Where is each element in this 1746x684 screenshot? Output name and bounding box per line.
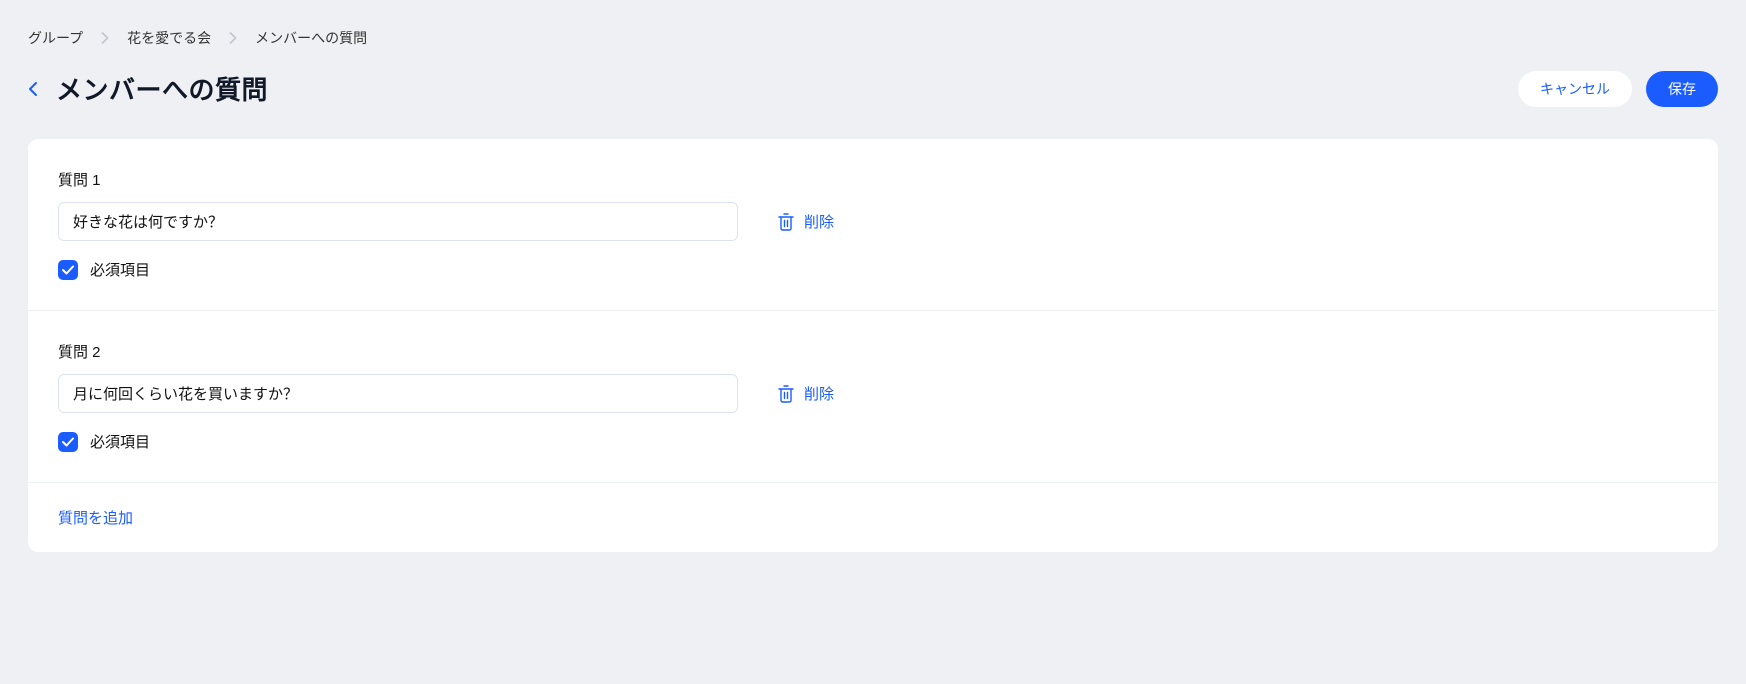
back-button[interactable] — [28, 81, 38, 97]
page-header: メンバーへの質問 キャンセル 保存 — [28, 70, 1718, 107]
required-label: 必須項目 — [90, 431, 150, 452]
save-button[interactable]: 保存 — [1646, 71, 1718, 107]
question-label: 質問 2 — [58, 341, 1688, 362]
page-title: メンバーへの質問 — [56, 70, 268, 107]
add-question-link[interactable]: 質問を追加 — [58, 510, 133, 527]
chevron-right-icon — [229, 32, 237, 44]
question-block-1: 質問 1 削除 必須項目 — [28, 139, 1718, 311]
required-checkbox[interactable] — [58, 432, 78, 452]
delete-label: 削除 — [804, 211, 834, 232]
question-block-2: 質問 2 削除 必須項目 — [28, 311, 1718, 483]
trash-icon — [778, 213, 794, 231]
breadcrumb-item-club[interactable]: 花を愛でる会 — [127, 28, 211, 48]
question-input[interactable] — [58, 374, 738, 413]
chevron-left-icon — [28, 81, 38, 97]
question-label: 質問 1 — [58, 169, 1688, 190]
required-label: 必須項目 — [90, 259, 150, 280]
question-row: 削除 — [58, 374, 1688, 413]
question-input[interactable] — [58, 202, 738, 241]
delete-button[interactable]: 削除 — [778, 383, 834, 404]
questions-card: 質問 1 削除 必須項目 質問 2 削除 — [28, 139, 1718, 552]
required-row: 必須項目 — [58, 259, 1688, 280]
delete-button[interactable]: 削除 — [778, 211, 834, 232]
chevron-right-icon — [101, 32, 109, 44]
add-question-row: 質問を追加 — [28, 483, 1718, 552]
question-row: 削除 — [58, 202, 1688, 241]
required-checkbox[interactable] — [58, 260, 78, 280]
breadcrumb-item-group[interactable]: グループ — [28, 28, 83, 48]
required-row: 必須項目 — [58, 431, 1688, 452]
trash-icon — [778, 385, 794, 403]
header-actions: キャンセル 保存 — [1518, 71, 1718, 107]
breadcrumb-item-current: メンバーへの質問 — [255, 28, 367, 48]
cancel-button[interactable]: キャンセル — [1518, 71, 1632, 107]
breadcrumb: グループ 花を愛でる会 メンバーへの質問 — [28, 28, 1718, 48]
check-icon — [62, 265, 74, 275]
header-left: メンバーへの質問 — [28, 70, 268, 107]
check-icon — [62, 437, 74, 447]
delete-label: 削除 — [804, 383, 834, 404]
